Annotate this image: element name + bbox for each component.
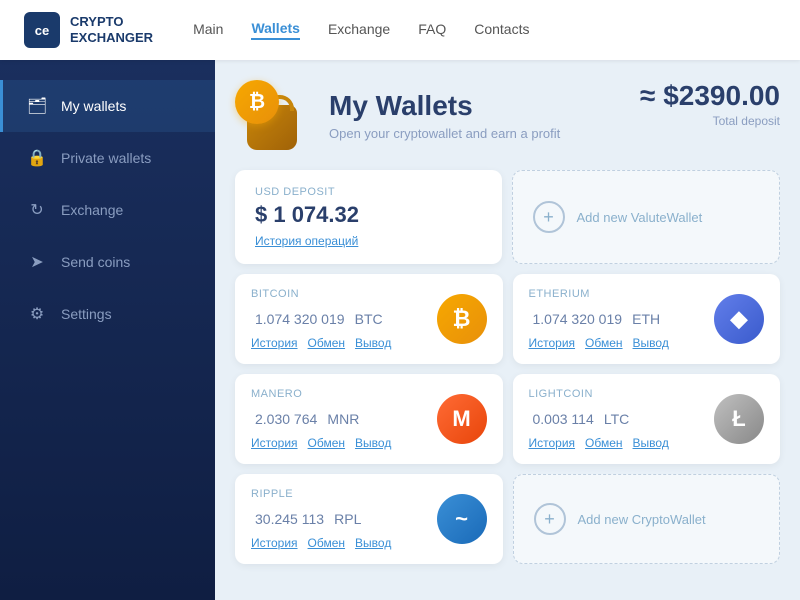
wallets-header: ₿ My Wallets Open your cryptowallet and …	[235, 80, 780, 150]
usd-amount: $ 1 074.32	[255, 202, 482, 228]
send-icon: ➤	[27, 252, 47, 272]
usd-deposit-card: USD Deposit $ 1 074.32 История операций	[235, 170, 502, 264]
sidebar-item-exchange[interactable]: ↻ Exchange	[0, 184, 215, 236]
lock-icon: 🔒	[27, 148, 47, 168]
sidebar-item-private-wallets[interactable]: 🔒 Private wallets	[0, 132, 215, 184]
litecoin-history-link[interactable]: История	[529, 436, 576, 450]
bitcoin-coin-icon: ₿	[437, 294, 487, 344]
bitcoin-info: Bitcoin 1.074 320 019 BTC История Обмен …	[251, 288, 437, 350]
wallets-title-section: My Wallets Open your cryptowallet and ea…	[329, 90, 560, 141]
header: ce CRYPTO EXCHANGER Main Wallets Exchang…	[0, 0, 800, 60]
page-title: My Wallets	[329, 90, 560, 122]
crypto-grid: Bitcoin 1.074 320 019 BTC История Обмен …	[235, 274, 780, 564]
wallet-hero-icon: ₿	[235, 80, 305, 150]
wallet-icon: 🗂	[27, 96, 47, 116]
monero-card: Manero 2.030 764 MNR История Обмен Вывод…	[235, 374, 503, 464]
bitcoin-amount: 1.074 320 019 BTC	[251, 304, 437, 330]
sidebar: 🗂 My wallets 🔒 Private wallets ↻ Exchang…	[0, 60, 215, 600]
litecoin-links: История Обмен Вывод	[529, 436, 715, 450]
logo: ce CRYPTO EXCHANGER	[24, 12, 153, 48]
add-valute-plus-icon: +	[533, 201, 565, 233]
ethereum-label: Etherium	[529, 288, 715, 300]
ethereum-card: Etherium 1.074 320 019 ETH История Обмен…	[513, 274, 781, 364]
ripple-info: Ripple 30.245 113 RPL История Обмен Выво…	[251, 488, 437, 550]
monero-info: Manero 2.030 764 MNR История Обмен Вывод	[251, 388, 437, 450]
bitcoin-links: История Обмен Вывод	[251, 336, 437, 350]
ripple-history-link[interactable]: История	[251, 536, 298, 550]
ethereum-withdraw-link[interactable]: Вывод	[633, 336, 669, 350]
add-valute-wallet-button[interactable]: + Add new ValuteWallet	[512, 170, 781, 264]
ethereum-coin-icon: ◆	[714, 294, 764, 344]
settings-icon: ⚙	[27, 304, 47, 324]
ripple-coin-icon: ~	[437, 494, 487, 544]
bitcoin-label: Bitcoin	[251, 288, 437, 300]
ripple-links: История Обмен Вывод	[251, 536, 437, 550]
usd-links: История операций	[255, 234, 482, 248]
nav-main[interactable]: Main	[193, 21, 223, 39]
bitcoin-withdraw-link[interactable]: Вывод	[355, 336, 391, 350]
add-crypto-label: Add new CryptoWallet	[578, 512, 706, 527]
litecoin-info: Lightcoin 0.003 114 LTC История Обмен Вы…	[529, 388, 715, 450]
total-amount: ≈ $2390.00	[640, 80, 780, 112]
litecoin-exchange-link[interactable]: Обмен	[585, 436, 623, 450]
ethereum-history-link[interactable]: История	[529, 336, 576, 350]
bitcoin-card: Bitcoin 1.074 320 019 BTC История Обмен …	[235, 274, 503, 364]
ripple-amount: 30.245 113 RPL	[251, 504, 437, 530]
sidebar-item-settings[interactable]: ⚙ Settings	[0, 288, 215, 340]
bitcoin-circle-icon: ₿	[235, 80, 279, 124]
litecoin-card: Lightcoin 0.003 114 LTC История Обмен Вы…	[513, 374, 781, 464]
ripple-card: Ripple 30.245 113 RPL История Обмен Выво…	[235, 474, 503, 564]
total-deposit-section: ≈ $2390.00 Total deposit	[640, 80, 780, 128]
monero-exchange-link[interactable]: Обмен	[308, 436, 346, 450]
total-label: Total deposit	[640, 114, 780, 128]
monero-coin-icon: M	[437, 394, 487, 444]
bitcoin-history-link[interactable]: История	[251, 336, 298, 350]
litecoin-label: Lightcoin	[529, 388, 715, 400]
ethereum-links: История Обмен Вывод	[529, 336, 715, 350]
usd-label: USD Deposit	[255, 186, 482, 198]
monero-history-link[interactable]: История	[251, 436, 298, 450]
nav-exchange[interactable]: Exchange	[328, 21, 390, 39]
monero-links: История Обмен Вывод	[251, 436, 437, 450]
nav-wallets[interactable]: Wallets	[251, 20, 300, 40]
monero-amount: 2.030 764 MNR	[251, 404, 437, 430]
litecoin-withdraw-link[interactable]: Вывод	[633, 436, 669, 450]
ripple-exchange-link[interactable]: Обмен	[308, 536, 346, 550]
litecoin-amount: 0.003 114 LTC	[529, 404, 715, 430]
main-nav: Main Wallets Exchange FAQ Contacts	[193, 20, 529, 40]
cards-container: USD Deposit $ 1 074.32 История операций …	[235, 170, 780, 564]
ethereum-amount: 1.074 320 019 ETH	[529, 304, 715, 330]
ripple-withdraw-link[interactable]: Вывод	[355, 536, 391, 550]
litecoin-coin-icon: Ł	[714, 394, 764, 444]
add-valute-label: Add new ValuteWallet	[577, 210, 703, 225]
bitcoin-exchange-link[interactable]: Обмен	[308, 336, 346, 350]
logo-text: CRYPTO EXCHANGER	[70, 14, 153, 45]
ripple-label: Ripple	[251, 488, 437, 500]
usd-history-link[interactable]: История операций	[255, 234, 358, 248]
main-content: ₿ My Wallets Open your cryptowallet and …	[215, 60, 800, 600]
logo-icon: ce	[24, 12, 60, 48]
page-subtitle: Open your cryptowallet and earn a profit	[329, 126, 560, 141]
layout: 🗂 My wallets 🔒 Private wallets ↻ Exchang…	[0, 60, 800, 600]
nav-contacts[interactable]: Contacts	[474, 21, 529, 39]
ethereum-exchange-link[interactable]: Обмен	[585, 336, 623, 350]
sidebar-item-send-coins[interactable]: ➤ Send coins	[0, 236, 215, 288]
monero-label: Manero	[251, 388, 437, 400]
monero-withdraw-link[interactable]: Вывод	[355, 436, 391, 450]
add-crypto-wallet-button[interactable]: + Add new CryptoWallet	[513, 474, 781, 564]
add-crypto-plus-icon: +	[534, 503, 566, 535]
exchange-icon: ↻	[27, 200, 47, 220]
ethereum-info: Etherium 1.074 320 019 ETH История Обмен…	[529, 288, 715, 350]
nav-faq[interactable]: FAQ	[418, 21, 446, 39]
usd-row: USD Deposit $ 1 074.32 История операций …	[235, 170, 780, 264]
sidebar-item-my-wallets[interactable]: 🗂 My wallets	[0, 80, 215, 132]
